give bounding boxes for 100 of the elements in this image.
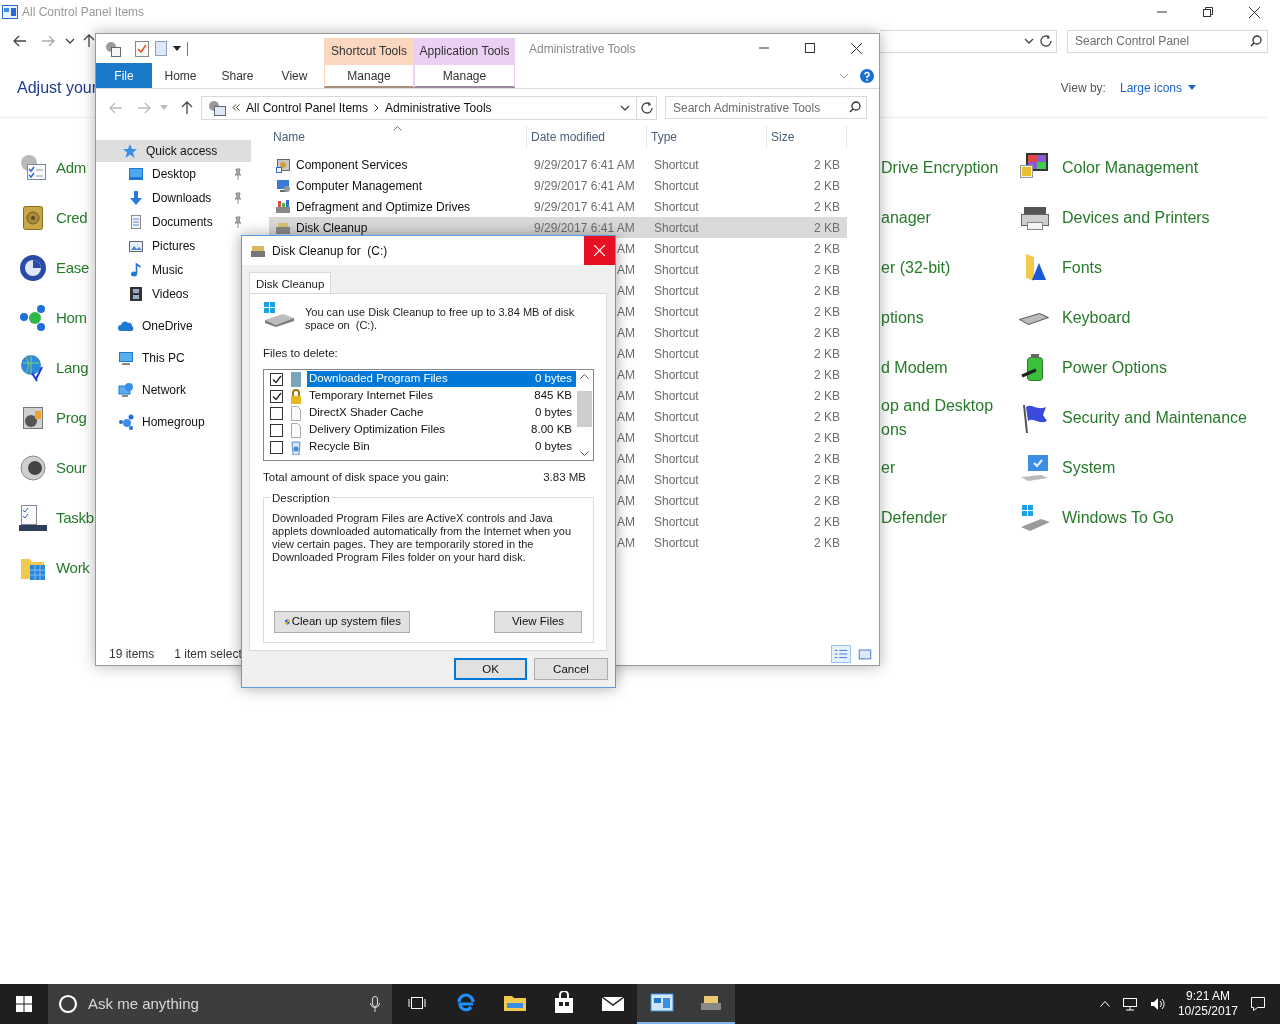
caret-up-icon[interactable] [1099,1001,1110,1007]
list-item[interactable]: DirectX Shader Cache 0 bytes [307,405,576,421]
applet-link[interactable]: Hom [56,306,87,330]
up-arrow-icon[interactable] [83,34,95,48]
applet-link[interactable]: Defender [881,506,947,530]
refresh-icon[interactable] [1040,35,1052,47]
nav-item[interactable]: Desktop [96,162,233,186]
view-files-button[interactable]: View Files [494,610,582,633]
close-icon[interactable] [1248,6,1260,18]
scroll-up-icon[interactable] [580,373,589,379]
help-icon[interactable] [860,68,874,83]
checklist-icon[interactable] [135,40,149,57]
applet-link[interactable]: ptions [881,306,924,330]
applet-link[interactable]: Power Options [1062,356,1167,380]
breadcrumb[interactable]: Administrative Tools [385,98,492,117]
microphone-icon[interactable] [370,996,380,1012]
applet-link[interactable]: Ease [56,256,89,280]
up-arrow-icon[interactable] [181,100,193,115]
applet-link[interactable]: Color Management [1062,156,1199,180]
network-icon[interactable] [1121,997,1138,1011]
cancel-button[interactable]: Cancel [534,658,608,681]
task-view-icon[interactable] [406,995,427,1011]
applet-link[interactable]: er (32-bit) [881,256,951,280]
applet-link[interactable]: Windows To Go [1062,506,1174,530]
list-item[interactable]: Delivery Optimization Files 8.00 KB [307,422,576,438]
taskbar-button[interactable] [686,984,735,1024]
caret-icon[interactable] [173,45,181,52]
search-box[interactable]: Ask me anything [48,984,392,1024]
list-item[interactable]: Recycle Bin 0 bytes [307,439,576,455]
address-bar[interactable]: All Control Panel Items Administrative Tools [201,95,637,120]
nav-item[interactable]: Downloads [96,186,233,210]
nav-item[interactable]: Documents [96,210,233,234]
view-by-link[interactable]: Large icons [1119,78,1182,97]
restore-icon[interactable] [1203,6,1213,17]
checkbox[interactable] [270,389,283,403]
scrollbar-thumb[interactable] [577,390,592,427]
checkbox[interactable] [270,372,283,386]
taskbar-button[interactable] [637,984,686,1024]
nav-item[interactable]: Homegroup [96,406,251,438]
caret-icon[interactable] [1024,38,1034,44]
applet-link[interactable]: Work [56,556,90,580]
applet-link[interactable]: Drive Encryption [881,156,999,180]
close-button[interactable] [584,236,615,265]
applet-link[interactable]: Lang [56,356,89,380]
applet-link[interactable]: System [1062,456,1116,480]
applet-link[interactable]: anager [881,206,931,230]
checkbox[interactable] [270,440,283,454]
ribbon-tab[interactable]: Manage [414,63,515,88]
applet-link[interactable]: Fonts [1062,256,1102,280]
applet-link[interactable]: Adm [56,156,86,180]
clean-up-button[interactable]: Clean up system files [274,610,410,633]
dropdown-triangle-icon[interactable] [1188,85,1196,90]
refresh-icon[interactable] [640,101,653,114]
ribbon-tab[interactable]: Manage [324,63,414,88]
ok-button[interactable]: OK [454,658,527,681]
checkbox[interactable] [270,406,283,420]
applet-link[interactable]: er [881,456,896,480]
back-icon[interactable] [12,34,27,48]
applet-link[interactable]: d Modem [881,356,948,380]
search-field[interactable]: Search Control Panel [1067,29,1268,53]
clock-date[interactable]: 10/25/2017 [1177,1004,1238,1019]
properties-icon[interactable] [105,40,121,57]
scroll-down-icon[interactable] [580,450,589,456]
maximize-icon[interactable] [805,43,815,53]
search-icon[interactable] [849,101,861,113]
applet-link[interactable]: op and Desktop ons [881,394,1018,442]
volume-icon[interactable] [1149,997,1166,1011]
column-header[interactable]: Name [269,126,527,148]
clock-time[interactable]: 9:21 AM [1177,989,1238,1004]
column-header[interactable]: Size [767,126,847,148]
file-tab[interactable]: File [96,63,152,88]
sort-caret-icon[interactable] [393,126,402,131]
nav-item[interactable]: Network [96,374,251,406]
search-field[interactable]: Ask me anything [86,991,362,1017]
notification-icon[interactable] [1250,996,1266,1012]
list-item[interactable]: Downloaded Program Files 0 bytes [307,371,576,387]
file-row[interactable]: Defragment and Optimize Drives 9/29/2017 6:41 AM Shortcut 2 KB [269,196,847,217]
file-row[interactable]: Computer Management 9/29/2017 6:41 AM Shortcut 2 KB [269,175,847,196]
close-icon[interactable] [850,43,862,54]
caret-icon[interactable] [65,38,75,44]
nav-item[interactable]: OneDrive [96,310,251,342]
column-header[interactable]: Date modified [527,126,647,148]
nav-item[interactable]: Quick access [96,140,251,162]
breadcrumb[interactable]: All Control Panel Items [246,98,369,117]
ribbon-tab[interactable]: View [266,63,323,88]
applet-link[interactable]: Sour [56,456,87,480]
list-item[interactable]: Temporary Internet Files 845 KB [307,388,576,404]
applet-link[interactable]: Cred [56,206,88,230]
applet-link[interactable]: Security and Maintenance [1062,406,1247,430]
chevron-down-icon[interactable] [839,72,849,79]
details-view-icon[interactable] [831,645,851,663]
column-header[interactable]: Type [647,126,767,148]
ribbon-tab[interactable]: Home [152,63,209,88]
applet-link[interactable]: Devices and Printers [1062,206,1210,230]
checkbox[interactable] [270,423,283,437]
ribbon-tab[interactable]: Share [209,63,266,88]
search-field[interactable]: Search Administrative Tools [665,96,867,119]
applet-link[interactable]: Keyboard [1062,306,1131,330]
file-row[interactable]: Component Services 9/29/2017 6:41 AM Shortcut 2 KB [269,154,847,175]
applet-link[interactable]: Taskb [56,506,94,530]
